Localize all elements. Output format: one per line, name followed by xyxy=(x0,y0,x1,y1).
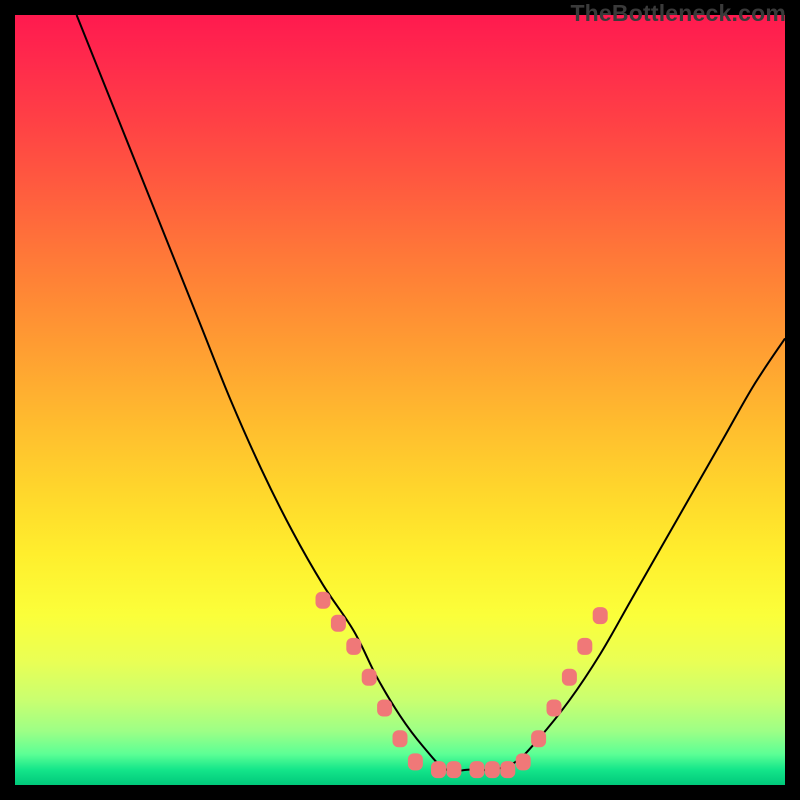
chart-frame: TheBottleneck.com xyxy=(0,0,800,800)
curve-marker xyxy=(446,761,461,778)
curve-marker xyxy=(362,669,377,686)
curve-marker xyxy=(377,700,392,717)
curve-marker xyxy=(577,638,592,655)
curve-marker xyxy=(431,761,446,778)
curve-marker xyxy=(516,753,531,770)
curve-marker xyxy=(562,669,577,686)
curve-marker xyxy=(393,730,408,747)
curve-marker xyxy=(408,753,423,770)
curve-marker xyxy=(547,700,562,717)
curve-marker xyxy=(593,607,608,624)
plot-area xyxy=(15,15,785,785)
curve-marker xyxy=(470,761,485,778)
curve-marker xyxy=(531,730,546,747)
curve-layer xyxy=(15,15,785,785)
curve-marker xyxy=(485,761,500,778)
bottleneck-curve xyxy=(77,15,785,771)
curve-marker xyxy=(500,761,515,778)
watermark-text: TheBottleneck.com xyxy=(570,0,786,27)
curve-marker xyxy=(316,592,331,609)
curve-marker xyxy=(331,615,346,632)
curve-marker xyxy=(346,638,361,655)
